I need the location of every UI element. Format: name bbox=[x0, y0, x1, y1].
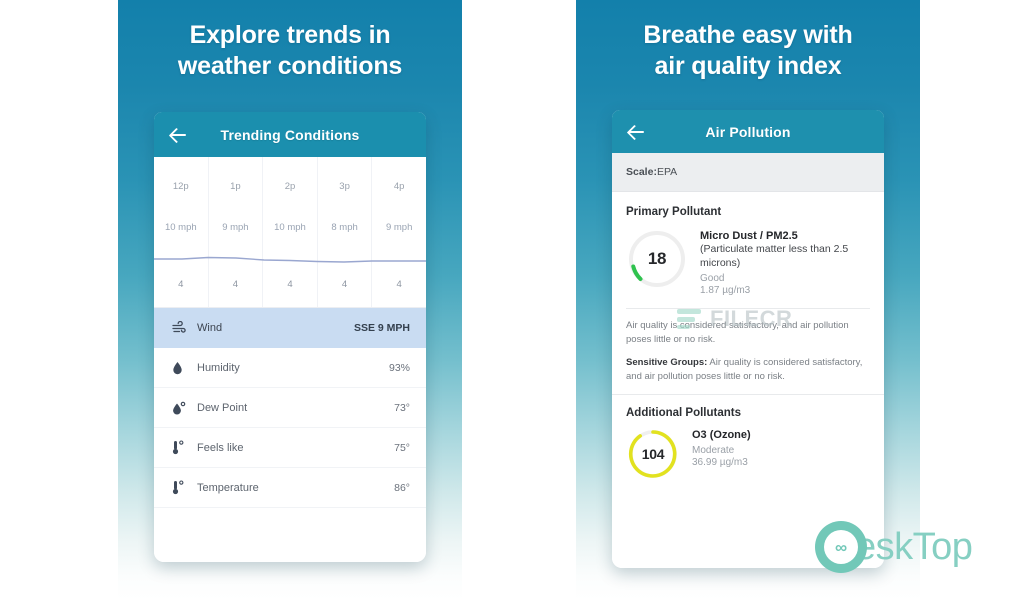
back-arrow-icon[interactable] bbox=[168, 125, 188, 145]
promo-title-right: Breathe easy with air quality index bbox=[576, 20, 920, 82]
sensitive-groups-paragraph: Sensitive Groups: Air quality is conside… bbox=[612, 347, 884, 384]
humidity-icon bbox=[172, 361, 194, 375]
primary-pollutant-info: Micro Dust / PM2.5 (Particulate matter l… bbox=[700, 228, 870, 296]
hourly-column[interactable]: 2p 10 mph 4 bbox=[263, 157, 318, 307]
wind-speed-label: 9 mph bbox=[222, 222, 249, 233]
condition-value: 73° bbox=[394, 401, 410, 414]
air-appbar: Air Pollution bbox=[612, 110, 884, 153]
air-appbar-title: Air Pollution bbox=[705, 123, 791, 140]
hour-value: 4 bbox=[232, 279, 239, 290]
hourly-column[interactable]: 4p 9 mph 4 bbox=[372, 157, 426, 307]
condition-row-wind[interactable]: Wind SSE 9 MPH bbox=[154, 308, 426, 348]
wind-speed-label: 9 mph bbox=[385, 222, 413, 233]
primary-pollutant-card[interactable]: 18 Micro Dust / PM2.5 (Particulate matte… bbox=[612, 224, 884, 306]
air-pollution-body: Scale: EPA Primary Pollutant 18 Micro Du… bbox=[612, 153, 884, 568]
air-quality-description: Air quality is considered satisfactory, … bbox=[626, 320, 849, 345]
condition-value: 86° bbox=[394, 481, 410, 494]
primary-pollutant-category: Good bbox=[700, 273, 725, 284]
hourly-column[interactable]: 1p 9 mph 4 bbox=[209, 157, 264, 307]
condition-label: Humidity bbox=[197, 361, 240, 374]
trending-body: 12p 10 mph 4 1p 9 mph 4 2p 10 mph 4 3p 8… bbox=[154, 157, 426, 562]
phone-mockup-trending: Trending Conditions 12p 10 mph 4 1p 9 mp… bbox=[154, 112, 426, 562]
additional-pollutant-amount: 36.99 µg/m3 bbox=[692, 457, 748, 468]
condition-label: Wind bbox=[197, 321, 223, 334]
wind-speed-label: 8 mph bbox=[331, 222, 358, 233]
hour-label: 4p bbox=[393, 181, 405, 192]
wind-speed-label: 10 mph bbox=[164, 222, 197, 233]
additional-pollutant-category: Moderate bbox=[692, 445, 735, 456]
primary-pollutant-heading: Primary Pollutant bbox=[626, 206, 722, 218]
wind-speed-label: 10 mph bbox=[274, 222, 306, 233]
hour-value: 4 bbox=[341, 279, 348, 290]
hourly-columns: 12p 10 mph 4 1p 9 mph 4 2p 10 mph 4 3p 8… bbox=[154, 157, 426, 307]
condition-label: Feels like bbox=[197, 441, 244, 454]
back-arrow-icon[interactable] bbox=[626, 122, 646, 142]
condition-row-feels-like[interactable]: Feels like 75° bbox=[154, 428, 426, 468]
additional-pollutant-info: O3 (Ozone) Moderate 36.99 µg/m3 bbox=[692, 427, 870, 468]
primary-pollutant-name: Micro Dust / PM2.5 bbox=[700, 230, 798, 242]
feels-like-icon bbox=[172, 440, 194, 455]
hourly-column[interactable]: 12p 10 mph 4 bbox=[154, 157, 209, 307]
promo-title-left-line1: Explore trends in bbox=[189, 21, 391, 49]
promo-title-left: Explore trends in weather conditions bbox=[118, 20, 462, 82]
aqi-value-ozone: 104 bbox=[641, 446, 665, 462]
scale-label: Scale: bbox=[626, 166, 657, 178]
condition-row-temperature[interactable]: Temperature 86° bbox=[154, 468, 426, 508]
hour-value: 4 bbox=[396, 279, 402, 290]
promo-panel-right: Breathe easy with air quality index Air … bbox=[576, 0, 920, 600]
primary-pollutant-sub: (Particulate matter less than 2.5 micron… bbox=[700, 243, 849, 269]
additional-pollutant-name: O3 (Ozone) bbox=[692, 429, 751, 441]
promo-title-left-line2: weather conditions bbox=[177, 52, 403, 80]
hourly-column[interactable]: 3p 8 mph 4 bbox=[318, 157, 373, 307]
hour-label: 2p bbox=[284, 181, 296, 192]
promo-title-right-line1: Breathe easy with bbox=[643, 21, 853, 49]
condition-row-humidity[interactable]: Humidity 93% bbox=[154, 348, 426, 388]
hour-value: 4 bbox=[287, 279, 293, 290]
dew-point-icon bbox=[172, 401, 194, 415]
promo-panel-left: Explore trends in weather conditions Tre… bbox=[118, 0, 462, 600]
trending-appbar: Trending Conditions bbox=[154, 112, 426, 157]
conditions-list: Wind SSE 9 MPH Humidity 93% Dew Point 73… bbox=[154, 308, 426, 508]
aqi-gauge-primary: 18 bbox=[626, 228, 688, 290]
trending-appbar-title: Trending Conditions bbox=[220, 126, 360, 143]
wind-icon bbox=[172, 321, 194, 334]
hourly-trend-chart: 12p 10 mph 4 1p 9 mph 4 2p 10 mph 4 3p 8… bbox=[154, 157, 426, 308]
primary-pollutant-amount: 1.87 µg/m3 bbox=[700, 285, 751, 296]
additional-pollutants-heading: Additional Pollutants bbox=[612, 394, 884, 423]
aqi-value-primary: 18 bbox=[647, 249, 667, 268]
condition-value: 93% bbox=[388, 361, 410, 374]
temperature-icon bbox=[172, 480, 194, 495]
condition-value: SSE 9 MPH bbox=[353, 321, 410, 334]
additional-pollutant-card[interactable]: 104 O3 (Ozone) Moderate 36.99 µg/m3 bbox=[612, 423, 884, 491]
screenshot-stage: Explore trends in weather conditions Tre… bbox=[0, 0, 1036, 600]
condition-label: Dew Point bbox=[197, 401, 248, 414]
scale-value: EPA bbox=[656, 166, 678, 178]
hour-label: 1p bbox=[230, 181, 241, 192]
hour-value: 4 bbox=[178, 279, 184, 290]
aqi-gauge-ozone: 104 bbox=[626, 427, 680, 481]
phone-mockup-air-pollution: Air Pollution Scale: EPA Primary Polluta… bbox=[612, 110, 884, 568]
hour-label: 12p bbox=[172, 181, 189, 192]
promo-title-right-line2: air quality index bbox=[654, 52, 842, 80]
condition-value: 75° bbox=[394, 441, 410, 454]
condition-row-dew-point[interactable]: Dew Point 73° bbox=[154, 388, 426, 428]
scale-bar: Scale: EPA bbox=[612, 153, 884, 192]
hour-label: 3p bbox=[339, 181, 350, 192]
condition-label: Temperature bbox=[197, 481, 259, 494]
sensitive-groups-label: Sensitive Groups: bbox=[626, 357, 708, 368]
